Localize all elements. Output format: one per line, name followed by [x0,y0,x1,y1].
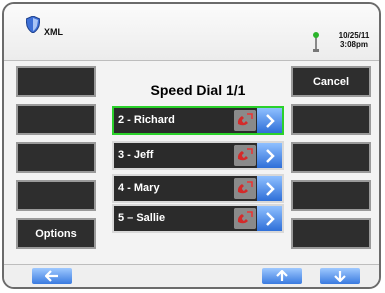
down-arrow-icon [334,271,346,282]
header-bar: XML 10/25/11 3:08pm [4,4,379,61]
speed-dial-label: 3 - Jeff [118,149,154,161]
speed-dial-row[interactable]: 5 – Sallie [112,204,284,233]
cancel-softkey[interactable]: Cancel [291,66,371,97]
options-softkey[interactable]: Options [16,218,96,249]
time-label: 3:08pm [339,40,368,49]
chevron-right-icon [265,211,275,226]
list-title: Speed Dial 1/1 [150,82,246,98]
up-arrow-icon [276,270,288,281]
speed-dial-label: 4 - Mary [118,182,160,194]
speed-dial-label: 5 – Sallie [118,212,166,224]
scroll-down-button[interactable] [320,268,360,284]
right-softkey-2[interactable] [291,104,371,135]
handset-icon[interactable] [234,145,256,166]
shield-icon [26,16,40,33]
dial-arrow-button[interactable] [257,206,282,231]
chevron-right-icon [265,181,275,196]
speed-dial-row[interactable]: 4 - Mary [112,174,284,203]
chevron-right-icon [265,148,275,163]
chevron-right-icon [265,113,275,128]
dial-arrow-button[interactable] [257,108,282,133]
handset-icon[interactable] [234,208,256,229]
dial-arrow-button[interactable] [257,143,282,168]
handset-icon[interactable] [234,110,256,131]
left-softkey-4[interactable] [16,180,96,211]
app-title: XML [44,27,63,37]
right-softkey-4[interactable] [291,180,371,211]
right-softkey-5[interactable] [291,218,371,249]
footer-bar [4,264,379,287]
left-softkey-3[interactable] [16,142,96,173]
back-arrow-icon [45,270,58,282]
dial-arrow-button[interactable] [257,176,282,201]
scroll-up-button[interactable] [262,268,302,284]
speed-dial-row[interactable]: 2 - Richard [112,106,284,135]
antenna-icon [313,32,319,52]
speed-dial-label: 2 - Richard [118,114,175,126]
phone-screen: XML 10/25/11 3:08pm Options Cancel Speed… [2,2,381,289]
left-softkey-2[interactable] [16,104,96,135]
left-softkey-1[interactable] [16,66,96,97]
date-label: 10/25/11 [338,31,370,40]
speed-dial-row[interactable]: 3 - Jeff [112,141,284,170]
handset-icon[interactable] [234,178,256,199]
back-button[interactable] [32,268,72,284]
right-softkey-3[interactable] [291,142,371,173]
